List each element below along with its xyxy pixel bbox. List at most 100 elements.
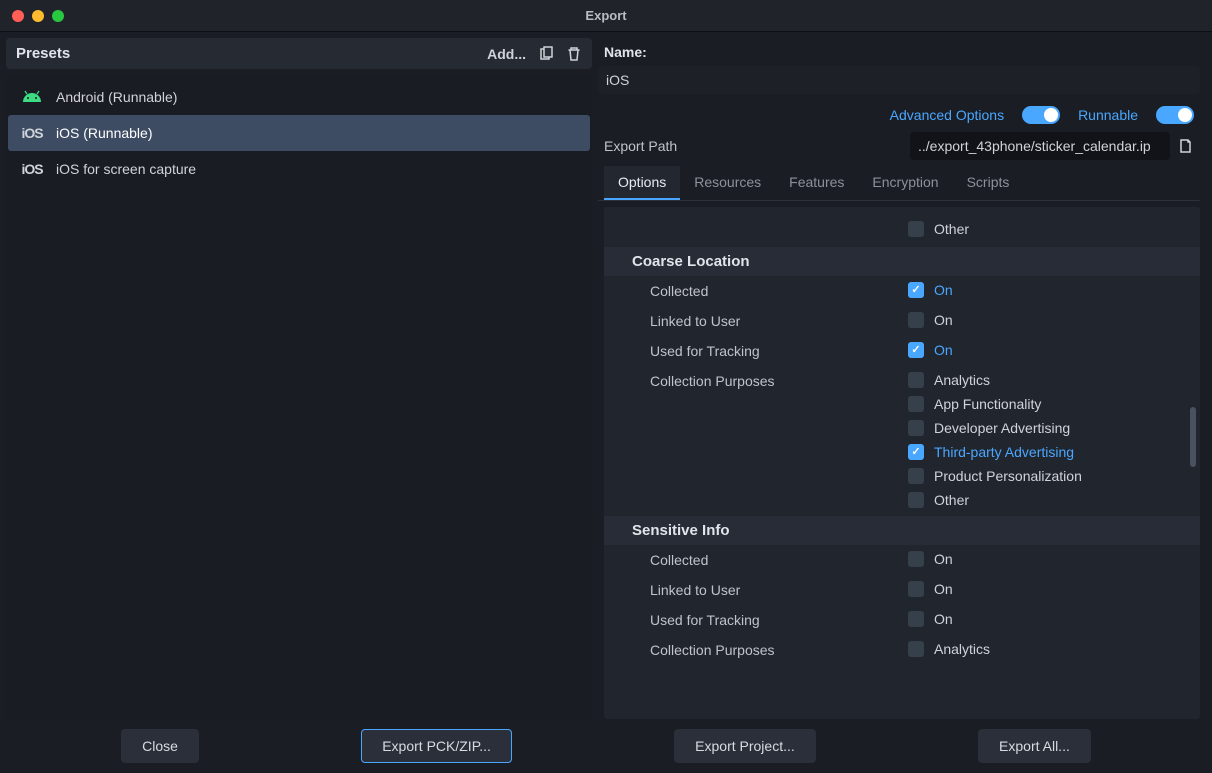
footer: Close Export PCK/ZIP... Export Project..… [0, 719, 1212, 773]
option-label: Collected [650, 276, 908, 299]
tab-options[interactable]: Options [604, 166, 680, 200]
checkbox-icon [908, 641, 924, 657]
preset-list: Android (Runnable)iOSiOS (Runnable)iOSiO… [6, 75, 592, 719]
option-label: Collection Purposes [650, 635, 908, 658]
checkbox-item[interactable]: Other [908, 219, 1190, 239]
runnable-toggle[interactable] [1156, 106, 1194, 124]
name-label: Name: [598, 38, 1200, 66]
checkbox-icon [908, 282, 924, 298]
checkbox-label: On [934, 282, 953, 298]
minimize-window-icon[interactable] [32, 10, 44, 22]
checkbox-item[interactable]: On [908, 549, 1190, 569]
tab-resources[interactable]: Resources [680, 166, 775, 200]
checkbox-icon [908, 372, 924, 388]
checkbox-item[interactable]: Third-party Advertising [908, 442, 1190, 462]
copy-preset-icon[interactable] [538, 46, 554, 62]
close-window-icon[interactable] [12, 10, 24, 22]
section-header: Sensitive Info [604, 516, 1200, 545]
checkbox-icon [908, 551, 924, 567]
option-label [650, 215, 908, 222]
checkbox-item[interactable]: Analytics [908, 639, 1190, 659]
android-icon [18, 90, 46, 104]
presets-panel: Presets Add... Android (Runnable)iOSiOS … [0, 32, 598, 719]
section-header: Coarse Location [604, 247, 1200, 276]
option-label: Used for Tracking [650, 605, 908, 628]
option-label: Collection Purposes [650, 366, 908, 389]
advanced-options-toggle[interactable] [1022, 106, 1060, 124]
add-preset-button[interactable]: Add... [487, 46, 526, 62]
option-label: Linked to User [650, 575, 908, 598]
export-path-label: Export Path [604, 138, 677, 154]
close-button[interactable]: Close [121, 729, 199, 763]
checkbox-item[interactable]: On [908, 280, 1190, 300]
preset-item[interactable]: iOSiOS for screen capture [8, 151, 590, 187]
options-scroll[interactable]: OtherCoarse LocationCollectedOnLinked to… [604, 207, 1200, 719]
delete-preset-icon[interactable] [566, 46, 582, 62]
checkbox-icon [908, 581, 924, 597]
checkbox-label: Analytics [934, 641, 990, 657]
checkbox-item[interactable]: Product Personalization [908, 466, 1190, 486]
tab-features[interactable]: Features [775, 166, 858, 200]
export-pck-button[interactable]: Export PCK/ZIP... [361, 729, 512, 763]
checkbox-label: Product Personalization [934, 468, 1082, 484]
option-row: Collection Purposes Analytics [604, 635, 1200, 665]
checkbox-label: On [934, 581, 953, 597]
checkbox-label: Developer Advertising [934, 420, 1070, 436]
checkbox-item[interactable]: Developer Advertising [908, 418, 1190, 438]
advanced-options-label: Advanced Options [890, 107, 1004, 123]
checkbox-item[interactable]: Analytics [908, 370, 1190, 390]
preset-label: Android (Runnable) [56, 89, 177, 105]
checkbox-item[interactable]: On [908, 340, 1190, 360]
checkbox-icon [908, 444, 924, 460]
maximize-window-icon[interactable] [52, 10, 64, 22]
window-title: Export [585, 8, 626, 23]
presets-header: Presets Add... [6, 38, 592, 69]
presets-title: Presets [16, 45, 70, 62]
checkbox-item[interactable]: App Functionality [908, 394, 1190, 414]
checkbox-label: Third-party Advertising [934, 444, 1074, 460]
checkbox-icon [908, 420, 924, 436]
option-label: Collected [650, 545, 908, 568]
checkbox-label: On [934, 342, 953, 358]
checkbox-icon [908, 221, 924, 237]
option-row: Linked to User On [604, 575, 1200, 605]
checkbox-item[interactable]: On [908, 310, 1190, 330]
details-panel: Name: Advanced Options Runnable Export P… [598, 32, 1206, 719]
checkbox-label: Analytics [934, 372, 990, 388]
titlebar: Export [0, 0, 1212, 32]
option-row: Collected On [604, 276, 1200, 306]
checkbox-item[interactable]: Other [908, 490, 1190, 510]
option-row: Used for Tracking On [604, 336, 1200, 366]
checkbox-icon [908, 611, 924, 627]
checkbox-icon [908, 492, 924, 508]
export-path-input[interactable] [910, 132, 1170, 160]
checkbox-label: On [934, 312, 953, 328]
checkbox-icon [908, 468, 924, 484]
checkbox-label: App Functionality [934, 396, 1041, 412]
scrollbar-thumb[interactable] [1190, 407, 1196, 467]
browse-path-icon[interactable] [1178, 138, 1194, 154]
name-input[interactable] [598, 66, 1200, 94]
checkbox-item[interactable]: On [908, 579, 1190, 599]
preset-item[interactable]: iOS iOS (Runnable) [8, 115, 590, 151]
export-project-button[interactable]: Export Project... [674, 729, 816, 763]
checkbox-item[interactable]: On [908, 609, 1190, 629]
option-row: Collection Purposes Analytics App Function… [604, 366, 1200, 514]
checkbox-label: On [934, 611, 953, 627]
checkbox-label: On [934, 551, 953, 567]
option-row: Used for Tracking On [604, 605, 1200, 635]
preset-label: iOS (Runnable) [56, 125, 153, 141]
option-row: Collected On [604, 545, 1200, 575]
preset-item[interactable]: Android (Runnable) [8, 79, 590, 115]
ios-icon: iOS [18, 161, 46, 177]
export-all-button[interactable]: Export All... [978, 729, 1091, 763]
tab-encryption[interactable]: Encryption [858, 166, 952, 200]
option-label: Used for Tracking [650, 336, 908, 359]
checkbox-icon [908, 396, 924, 412]
tabs: OptionsResourcesFeaturesEncryptionScript… [598, 166, 1200, 201]
ios-icon: iOS [18, 125, 46, 141]
option-row: Linked to UserOn [604, 306, 1200, 336]
tab-scripts[interactable]: Scripts [953, 166, 1024, 200]
checkbox-icon [908, 342, 924, 358]
checkbox-label: Other [934, 221, 969, 237]
